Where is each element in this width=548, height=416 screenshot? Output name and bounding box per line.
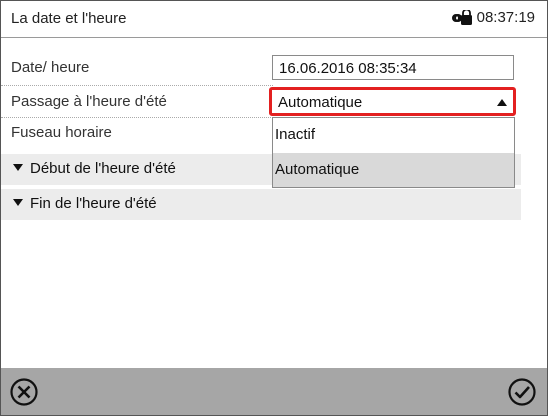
page-title: La date et l'heure <box>11 10 127 27</box>
check-circle-icon[interactable] <box>507 377 537 407</box>
triangle-down-icon <box>13 199 23 206</box>
lock-icon <box>451 9 472 25</box>
dropdown-option-inactif[interactable]: Inactif <box>273 118 514 152</box>
divider <box>1 85 273 86</box>
footer-bar <box>1 368 547 415</box>
close-circle-icon[interactable] <box>9 377 39 407</box>
dst-end-section[interactable]: Fin de l'heure d'été <box>1 189 521 220</box>
timezone-label: Fuseau horaire <box>11 124 112 141</box>
chevron-up-icon[interactable] <box>497 99 507 106</box>
dst-end-label: Fin de l'heure d'été <box>30 195 157 212</box>
title-bar: La date et l'heure 08:37:19 <box>1 1 547 38</box>
triangle-down-icon <box>13 164 23 171</box>
clock-time: 08:37:19 <box>476 9 535 26</box>
date-label: Date/ heure <box>11 59 90 76</box>
dst-select-value: Automatique <box>278 94 363 111</box>
dst-label: Passage à l'heure d'été <box>11 93 167 110</box>
dst-dropdown-list: Inactif Automatique <box>272 117 515 188</box>
dropdown-option-automatique[interactable]: Automatique <box>273 153 514 187</box>
dst-select[interactable]: Automatique <box>269 87 516 116</box>
date-time-field[interactable]: 16.06.2016 08:35:34 <box>272 55 514 80</box>
dst-start-label: Début de l'heure d'été <box>30 160 176 177</box>
settings-window: La date et l'heure 08:37:19 Date/ heure … <box>0 0 548 416</box>
clock: 08:37:19 <box>451 9 535 26</box>
